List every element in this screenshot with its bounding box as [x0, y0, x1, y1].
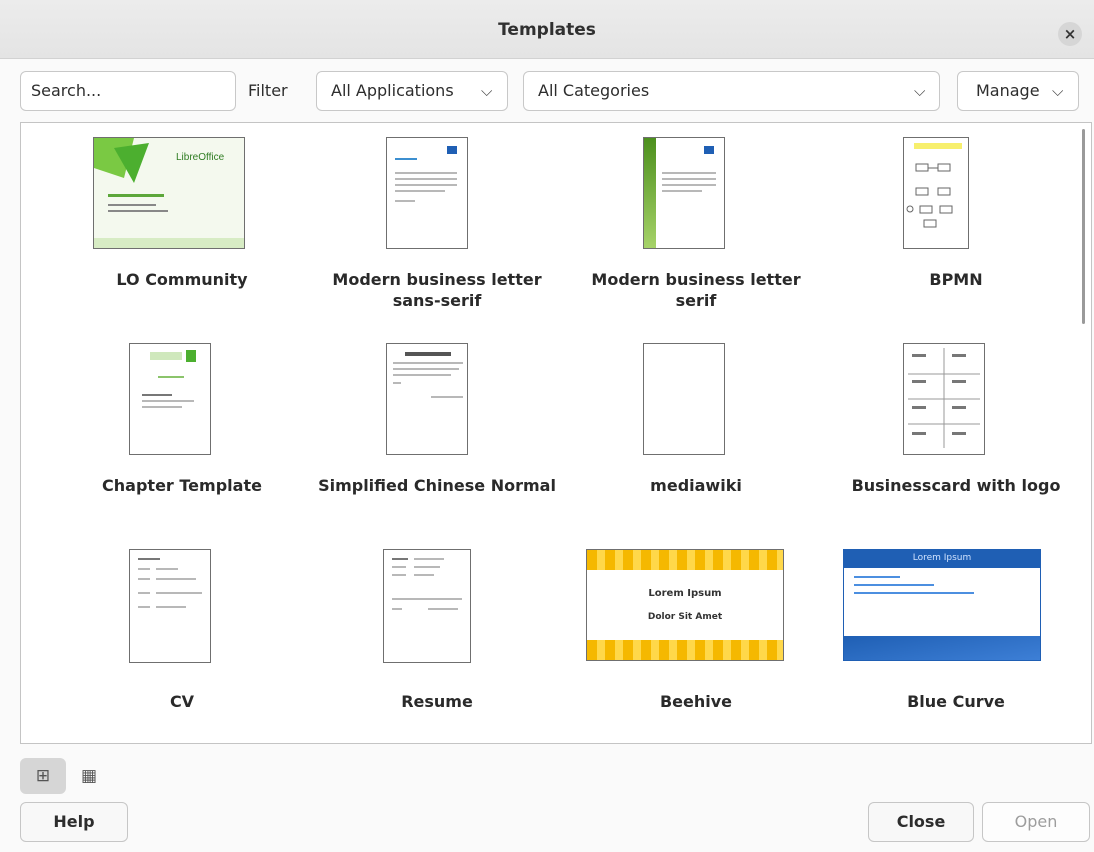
template-name: Modern business letter sans-serif	[332, 270, 542, 310]
applications-dropdown[interactable]: All Applications ⌵	[316, 71, 508, 111]
beehive-title-text: Lorem Ipsum	[648, 588, 722, 599]
template-thumbnail	[383, 549, 471, 663]
svg-text:LibreOffice: LibreOffice	[176, 152, 225, 163]
dialog-title: Templates	[498, 20, 596, 40]
chevron-down-icon: ⌵	[481, 82, 493, 100]
template-thumbnail	[643, 137, 725, 249]
template-thumbnail	[386, 137, 468, 249]
list-view-icon[interactable]: ▦	[66, 758, 112, 794]
template-name: Simplified Chinese Normal	[318, 476, 556, 495]
open-button[interactable]: Open	[982, 802, 1090, 842]
template-name: mediawiki	[650, 476, 742, 495]
template-name: BPMN	[929, 270, 983, 289]
categories-value: All Categories	[538, 81, 650, 100]
template-thumbnail	[129, 549, 211, 663]
template-view: LibreOffice LO Community Modern business…	[20, 122, 1092, 744]
manage-label: Manage	[976, 81, 1040, 100]
help-button[interactable]: Help	[20, 802, 128, 842]
businesscard-preview	[908, 348, 980, 448]
search-input[interactable]: Search...	[20, 71, 236, 111]
filter-label: Filter	[248, 81, 288, 100]
close-icon[interactable]: ×	[1058, 22, 1082, 46]
template-thumbnail: Lorem Ipsum	[843, 549, 1041, 661]
templates-dialog: Templates × Search... Filter All Applica…	[0, 0, 1094, 852]
template-name: Businesscard with logo	[851, 476, 1061, 495]
close-button[interactable]: Close	[868, 802, 974, 842]
template-name: Blue Curve	[907, 692, 1005, 711]
scrollbar[interactable]	[1082, 129, 1085, 324]
chevron-down-icon: ⌵	[914, 82, 926, 100]
grid-view-icon[interactable]: ⊞	[20, 758, 66, 794]
template-thumbnail: Lorem Ipsum Dolor Sit Amet	[586, 549, 784, 661]
lo-community-preview: LibreOffice	[94, 138, 244, 248]
template-name: Beehive	[659, 692, 733, 711]
template-name: Resume	[401, 692, 473, 711]
template-thumbnail	[903, 137, 969, 249]
manage-dropdown[interactable]: Manage ⌵	[957, 71, 1079, 111]
template-thumbnail: LibreOffice	[93, 137, 245, 249]
template-thumbnail	[643, 343, 725, 455]
template-name: Chapter Template	[102, 476, 262, 495]
bluecurve-title-text: Lorem Ipsum	[912, 553, 972, 563]
chevron-down-icon: ⌵	[1052, 82, 1064, 100]
template-thumbnail	[903, 343, 985, 455]
template-thumbnail	[129, 343, 211, 455]
template-name: CV	[169, 692, 195, 711]
template-thumbnail	[386, 343, 468, 455]
title-bar: Templates ×	[0, 0, 1094, 59]
bpmn-preview	[906, 163, 953, 228]
template-name: Modern business letter serif	[591, 270, 801, 310]
categories-dropdown[interactable]: All Categories ⌵	[523, 71, 940, 111]
beehive-subtitle-text: Dolor Sit Amet	[647, 612, 723, 622]
applications-value: All Applications	[331, 81, 454, 100]
template-name: LO Community	[116, 270, 248, 289]
